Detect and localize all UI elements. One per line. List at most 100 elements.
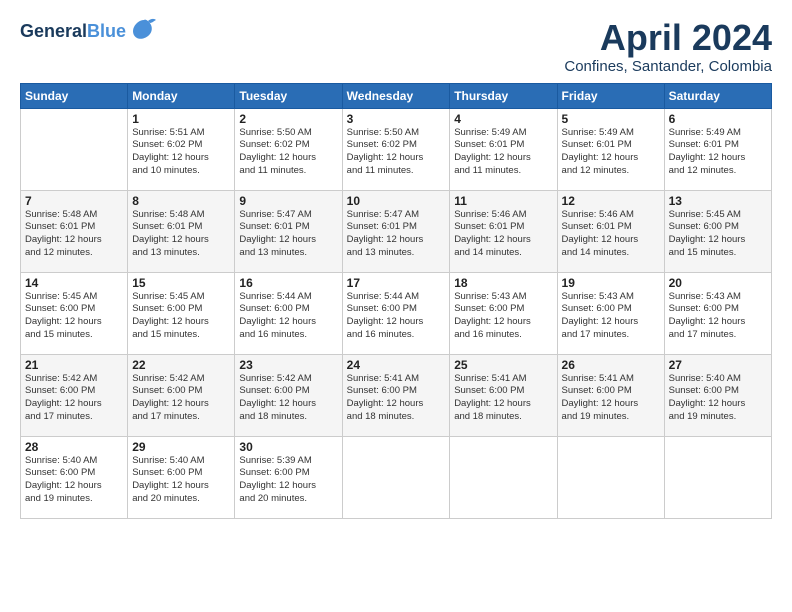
calendar-cell: 24Sunrise: 5:41 AM Sunset: 6:00 PM Dayli… [342, 354, 450, 436]
col-monday: Monday [128, 83, 235, 108]
day-info: Sunrise: 5:42 AM Sunset: 6:00 PM Dayligh… [132, 373, 230, 424]
logo: GeneralBlue [20, 18, 158, 46]
day-number: 16 [239, 276, 337, 290]
day-info: Sunrise: 5:42 AM Sunset: 6:00 PM Dayligh… [239, 373, 337, 424]
day-info: Sunrise: 5:45 AM Sunset: 6:00 PM Dayligh… [132, 291, 230, 342]
day-number: 20 [669, 276, 767, 290]
calendar-cell: 5Sunrise: 5:49 AM Sunset: 6:01 PM Daylig… [557, 108, 664, 190]
calendar-cell: 18Sunrise: 5:43 AM Sunset: 6:00 PM Dayli… [450, 272, 557, 354]
calendar-week-4: 28Sunrise: 5:40 AM Sunset: 6:00 PM Dayli… [21, 436, 772, 518]
col-tuesday: Tuesday [235, 83, 342, 108]
calendar-week-0: 1Sunrise: 5:51 AM Sunset: 6:02 PM Daylig… [21, 108, 772, 190]
calendar-cell: 6Sunrise: 5:49 AM Sunset: 6:01 PM Daylig… [664, 108, 771, 190]
day-number: 22 [132, 358, 230, 372]
month-title: April 2024 [564, 18, 772, 58]
day-info: Sunrise: 5:39 AM Sunset: 6:00 PM Dayligh… [239, 455, 337, 506]
calendar-cell: 3Sunrise: 5:50 AM Sunset: 6:02 PM Daylig… [342, 108, 450, 190]
day-info: Sunrise: 5:50 AM Sunset: 6:02 PM Dayligh… [239, 127, 337, 178]
calendar-cell: 12Sunrise: 5:46 AM Sunset: 6:01 PM Dayli… [557, 190, 664, 272]
calendar-cell: 21Sunrise: 5:42 AM Sunset: 6:00 PM Dayli… [21, 354, 128, 436]
day-info: Sunrise: 5:43 AM Sunset: 6:00 PM Dayligh… [562, 291, 660, 342]
logo-text: GeneralBlue [20, 21, 126, 43]
calendar-cell: 8Sunrise: 5:48 AM Sunset: 6:01 PM Daylig… [128, 190, 235, 272]
day-info: Sunrise: 5:45 AM Sunset: 6:00 PM Dayligh… [25, 291, 123, 342]
day-info: Sunrise: 5:46 AM Sunset: 6:01 PM Dayligh… [562, 209, 660, 260]
day-info: Sunrise: 5:40 AM Sunset: 6:00 PM Dayligh… [132, 455, 230, 506]
col-wednesday: Wednesday [342, 83, 450, 108]
calendar-cell [557, 436, 664, 518]
calendar-cell: 23Sunrise: 5:42 AM Sunset: 6:00 PM Dayli… [235, 354, 342, 436]
day-info: Sunrise: 5:40 AM Sunset: 6:00 PM Dayligh… [25, 455, 123, 506]
day-number: 14 [25, 276, 123, 290]
calendar-cell: 27Sunrise: 5:40 AM Sunset: 6:00 PM Dayli… [664, 354, 771, 436]
day-info: Sunrise: 5:44 AM Sunset: 6:00 PM Dayligh… [239, 291, 337, 342]
calendar-week-3: 21Sunrise: 5:42 AM Sunset: 6:00 PM Dayli… [21, 354, 772, 436]
col-sunday: Sunday [21, 83, 128, 108]
day-info: Sunrise: 5:49 AM Sunset: 6:01 PM Dayligh… [562, 127, 660, 178]
day-info: Sunrise: 5:48 AM Sunset: 6:01 PM Dayligh… [132, 209, 230, 260]
calendar-cell [664, 436, 771, 518]
calendar-header-row: Sunday Monday Tuesday Wednesday Thursday… [21, 83, 772, 108]
day-number: 24 [347, 358, 446, 372]
day-info: Sunrise: 5:44 AM Sunset: 6:00 PM Dayligh… [347, 291, 446, 342]
day-number: 6 [669, 112, 767, 126]
calendar-cell: 25Sunrise: 5:41 AM Sunset: 6:00 PM Dayli… [450, 354, 557, 436]
day-number: 2 [239, 112, 337, 126]
day-info: Sunrise: 5:41 AM Sunset: 6:00 PM Dayligh… [454, 373, 552, 424]
day-number: 11 [454, 194, 552, 208]
day-info: Sunrise: 5:45 AM Sunset: 6:00 PM Dayligh… [669, 209, 767, 260]
col-saturday: Saturday [664, 83, 771, 108]
day-number: 5 [562, 112, 660, 126]
calendar-cell: 10Sunrise: 5:47 AM Sunset: 6:01 PM Dayli… [342, 190, 450, 272]
day-number: 26 [562, 358, 660, 372]
location: Confines, Santander, Colombia [564, 58, 772, 75]
day-number: 1 [132, 112, 230, 126]
day-number: 27 [669, 358, 767, 372]
calendar-cell: 2Sunrise: 5:50 AM Sunset: 6:02 PM Daylig… [235, 108, 342, 190]
day-info: Sunrise: 5:50 AM Sunset: 6:02 PM Dayligh… [347, 127, 446, 178]
calendar-cell: 9Sunrise: 5:47 AM Sunset: 6:01 PM Daylig… [235, 190, 342, 272]
calendar-cell: 4Sunrise: 5:49 AM Sunset: 6:01 PM Daylig… [450, 108, 557, 190]
calendar-cell: 15Sunrise: 5:45 AM Sunset: 6:00 PM Dayli… [128, 272, 235, 354]
day-number: 13 [669, 194, 767, 208]
day-number: 10 [347, 194, 446, 208]
day-number: 17 [347, 276, 446, 290]
calendar-cell: 26Sunrise: 5:41 AM Sunset: 6:00 PM Dayli… [557, 354, 664, 436]
day-number: 29 [132, 440, 230, 454]
calendar-week-1: 7Sunrise: 5:48 AM Sunset: 6:01 PM Daylig… [21, 190, 772, 272]
calendar-cell: 19Sunrise: 5:43 AM Sunset: 6:00 PM Dayli… [557, 272, 664, 354]
day-info: Sunrise: 5:48 AM Sunset: 6:01 PM Dayligh… [25, 209, 123, 260]
day-number: 9 [239, 194, 337, 208]
day-number: 4 [454, 112, 552, 126]
day-info: Sunrise: 5:42 AM Sunset: 6:00 PM Dayligh… [25, 373, 123, 424]
calendar-cell: 14Sunrise: 5:45 AM Sunset: 6:00 PM Dayli… [21, 272, 128, 354]
header: GeneralBlue April 2024 Confines, Santand… [20, 18, 772, 75]
day-number: 3 [347, 112, 446, 126]
day-number: 19 [562, 276, 660, 290]
day-info: Sunrise: 5:41 AM Sunset: 6:00 PM Dayligh… [347, 373, 446, 424]
day-info: Sunrise: 5:47 AM Sunset: 6:01 PM Dayligh… [239, 209, 337, 260]
title-area: April 2024 Confines, Santander, Colombia [564, 18, 772, 75]
day-info: Sunrise: 5:49 AM Sunset: 6:01 PM Dayligh… [669, 127, 767, 178]
calendar-cell: 29Sunrise: 5:40 AM Sunset: 6:00 PM Dayli… [128, 436, 235, 518]
calendar-cell [450, 436, 557, 518]
calendar-cell [342, 436, 450, 518]
calendar-cell: 22Sunrise: 5:42 AM Sunset: 6:00 PM Dayli… [128, 354, 235, 436]
calendar-cell: 1Sunrise: 5:51 AM Sunset: 6:02 PM Daylig… [128, 108, 235, 190]
day-number: 28 [25, 440, 123, 454]
day-number: 23 [239, 358, 337, 372]
logo-bird-icon [130, 18, 158, 46]
page: GeneralBlue April 2024 Confines, Santand… [0, 0, 792, 612]
day-number: 15 [132, 276, 230, 290]
calendar-cell: 11Sunrise: 5:46 AM Sunset: 6:01 PM Dayli… [450, 190, 557, 272]
calendar-cell [21, 108, 128, 190]
day-number: 21 [25, 358, 123, 372]
calendar-cell: 20Sunrise: 5:43 AM Sunset: 6:00 PM Dayli… [664, 272, 771, 354]
day-number: 25 [454, 358, 552, 372]
day-number: 12 [562, 194, 660, 208]
day-number: 7 [25, 194, 123, 208]
col-friday: Friday [557, 83, 664, 108]
day-number: 30 [239, 440, 337, 454]
calendar-table: Sunday Monday Tuesday Wednesday Thursday… [20, 83, 772, 519]
day-info: Sunrise: 5:41 AM Sunset: 6:00 PM Dayligh… [562, 373, 660, 424]
